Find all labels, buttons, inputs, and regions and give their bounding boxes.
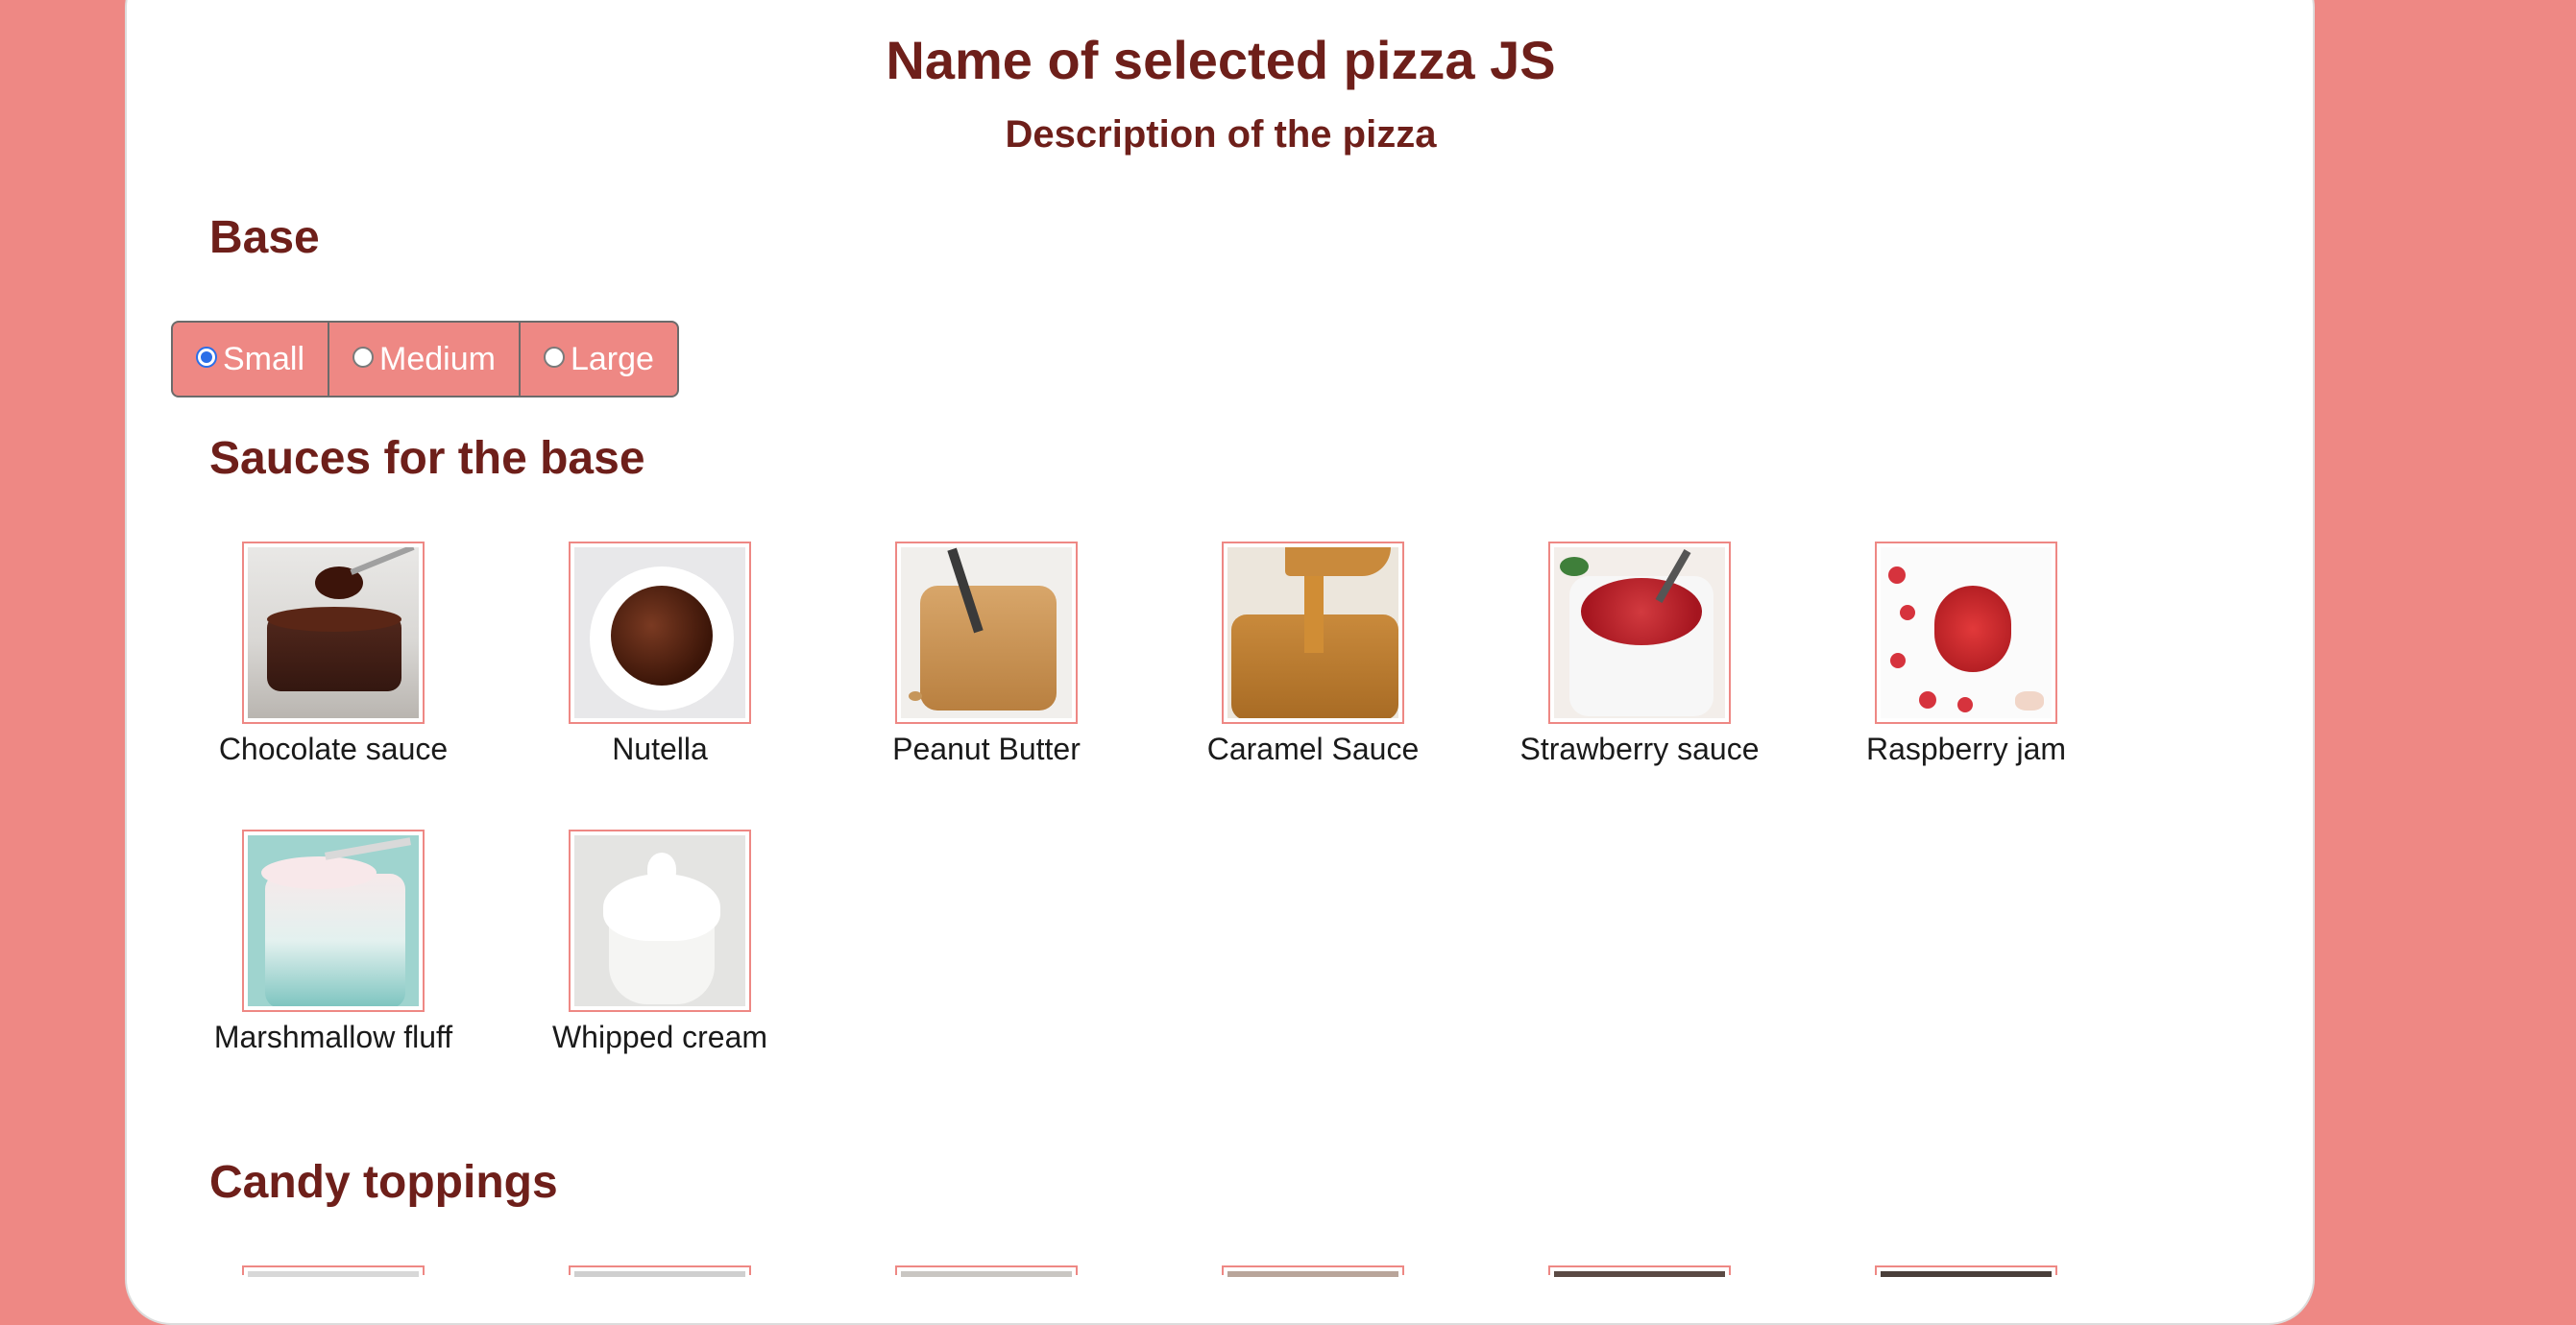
sauce-item-whipped-cream[interactable]: Whipped cream — [516, 830, 804, 1055]
medium-label: Medium — [379, 340, 496, 377]
sauce-label: Whipped cream — [551, 1020, 768, 1054]
candy-toppings-heading: Candy toppings — [209, 1157, 558, 1208]
sauce-item-peanut-butter[interactable]: Peanut Butter — [842, 542, 1130, 767]
small-radio-button[interactable] — [196, 347, 217, 368]
pizza-description: Description of the pizza — [1005, 113, 1437, 156]
caramel-sauce-image[interactable] — [1222, 542, 1404, 724]
base-size-small-option[interactable]: Small — [173, 323, 330, 396]
base-size-medium-option[interactable]: Medium — [329, 323, 521, 396]
base-size-large-option[interactable]: Large — [521, 323, 677, 396]
sauce-label: Marshmallow fluff — [213, 1020, 453, 1054]
sauce-item-caramel[interactable]: Caramel Sauce — [1169, 542, 1457, 767]
sauce-item-marshmallow[interactable]: Marshmallow fluff — [189, 830, 477, 1055]
large-radio-button[interactable] — [543, 347, 565, 368]
sauce-label: Strawberry sauce — [1519, 732, 1760, 766]
raspberry-jam-image[interactable] — [1875, 542, 2057, 724]
whipped-cream-image[interactable] — [569, 830, 751, 1012]
candy-item-2[interactable] — [569, 1265, 751, 1277]
sauce-label: Raspberry jam — [1865, 732, 2067, 766]
sauce-label: Chocolate sauce — [218, 732, 449, 766]
sauce-label: Peanut Butter — [892, 732, 1081, 766]
sauce-item-raspberry[interactable]: Raspberry jam — [1822, 542, 2110, 767]
base-size-radio-group: Small Medium Large — [171, 321, 679, 398]
base-heading: Base — [209, 212, 320, 263]
candy-item-3[interactable] — [895, 1265, 1078, 1277]
small-label: Small — [223, 340, 305, 377]
candy-item-6[interactable] — [1875, 1265, 2057, 1277]
medium-radio-button[interactable] — [352, 347, 375, 368]
sauce-label: Caramel Sauce — [1206, 732, 1420, 766]
peanut-butter-image[interactable] — [895, 542, 1078, 724]
strawberry-sauce-image[interactable] — [1548, 542, 1731, 724]
candy-item-4[interactable] — [1222, 1265, 1404, 1277]
sauce-item-strawberry[interactable]: Strawberry sauce — [1495, 542, 1784, 767]
marshmallow-fluff-image[interactable] — [242, 830, 425, 1012]
candy-item-5[interactable] — [1548, 1265, 1731, 1277]
pizza-name-title: Name of selected pizza JS — [886, 30, 1556, 90]
sauce-item-nutella[interactable]: Nutella — [516, 542, 804, 767]
sauce-label: Nutella — [612, 732, 708, 766]
large-label: Large — [570, 340, 654, 377]
chocolate-sauce-image[interactable] — [242, 542, 425, 724]
candy-item-1[interactable] — [242, 1265, 425, 1277]
sauce-item-chocolate[interactable]: Chocolate sauce — [189, 542, 477, 767]
sauces-heading: Sauces for the base — [209, 433, 645, 484]
nutella-image[interactable] — [569, 542, 751, 724]
